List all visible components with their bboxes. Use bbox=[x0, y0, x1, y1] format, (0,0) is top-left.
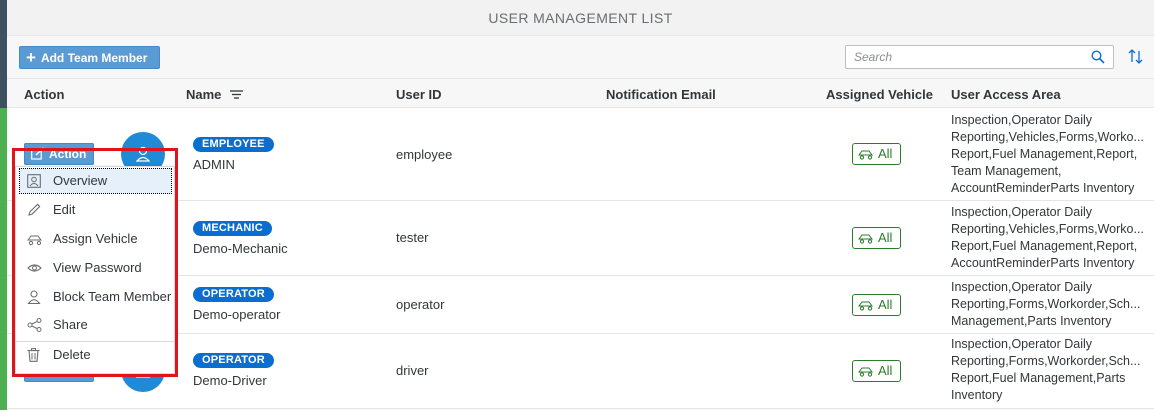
column-name-label: Name bbox=[186, 87, 222, 102]
user-id: tester bbox=[396, 230, 429, 245]
column-action: Action bbox=[24, 87, 65, 102]
table-body: Action EMPLOYEE ADMIN employee All Inspe… bbox=[7, 108, 1154, 409]
user-id: operator bbox=[396, 297, 445, 312]
user-access-area: Inspection,Operator Daily Reporting,Vehi… bbox=[951, 205, 1144, 270]
plus-icon: + bbox=[26, 48, 36, 67]
vehicle-icon bbox=[858, 367, 873, 377]
vehicle-label: All bbox=[878, 297, 893, 312]
vehicle-label: All bbox=[878, 363, 893, 378]
left-edge-strip bbox=[0, 0, 7, 410]
user-name: Demo-Mechanic bbox=[193, 241, 288, 256]
user-access-area: Inspection,Operator Daily Reporting,Form… bbox=[951, 337, 1141, 402]
table-row: Action EMPLOYEE ADMIN employee All Inspe… bbox=[7, 108, 1154, 201]
vehicle-icon bbox=[858, 301, 873, 311]
add-team-member-button[interactable]: + Add Team Member bbox=[19, 46, 160, 69]
role-badge: MECHANIC bbox=[193, 221, 272, 236]
user-id: driver bbox=[396, 363, 429, 378]
toolbar: + Add Team Member bbox=[7, 36, 1154, 78]
highlight-outline bbox=[12, 148, 178, 377]
page-title: USER MANAGEMENT LIST bbox=[7, 0, 1154, 36]
table-row: Action OPERATOR Demo-Driver driver All I… bbox=[7, 334, 1154, 409]
row-indicator bbox=[0, 108, 7, 205]
user-management-panel: USER MANAGEMENT LIST + Add Team Member Ac… bbox=[7, 0, 1154, 410]
column-user-id: User ID bbox=[396, 87, 442, 102]
user-access-area: Inspection,Operator Daily Reporting,Vehi… bbox=[951, 113, 1144, 195]
user-access-area: Inspection,Operator Daily Reporting,Form… bbox=[951, 280, 1141, 328]
add-team-member-label: Add Team Member bbox=[40, 51, 148, 65]
assigned-vehicle-tag[interactable]: All bbox=[852, 360, 901, 382]
row-indicator bbox=[0, 335, 7, 410]
filter-icon[interactable] bbox=[230, 89, 244, 100]
column-name[interactable]: Name bbox=[186, 87, 244, 102]
user-name: ADMIN bbox=[193, 157, 235, 172]
role-badge: OPERATOR bbox=[193, 353, 274, 368]
table-row: OPERATOR Demo-operator operator All Insp… bbox=[7, 276, 1154, 334]
search-icon[interactable] bbox=[1091, 50, 1105, 64]
column-assigned-vehicle: Assigned Vehicle bbox=[826, 87, 933, 102]
row-indicator bbox=[0, 275, 7, 335]
assigned-vehicle-tag[interactable]: All bbox=[852, 294, 901, 316]
column-user-access-area: User Access Area bbox=[951, 87, 1061, 102]
column-notification-email: Notification Email bbox=[606, 87, 716, 102]
assigned-vehicle-tag[interactable]: All bbox=[852, 227, 901, 249]
table-header: Action Name User ID Notification Email A… bbox=[7, 78, 1154, 108]
user-name: Demo-operator bbox=[193, 307, 281, 322]
role-badge: EMPLOYEE bbox=[193, 137, 274, 152]
search-input[interactable] bbox=[846, 46, 1076, 68]
table-row: MECHANIC Demo-Mechanic tester All Inspec… bbox=[7, 201, 1154, 276]
user-name: Demo-Driver bbox=[193, 373, 267, 388]
user-id: employee bbox=[396, 147, 453, 162]
vehicle-icon bbox=[858, 150, 873, 160]
vehicle-icon bbox=[858, 234, 873, 244]
row-indicator bbox=[0, 205, 7, 275]
sort-icon[interactable] bbox=[1128, 48, 1144, 65]
search-field[interactable] bbox=[845, 45, 1114, 69]
role-badge: OPERATOR bbox=[193, 287, 274, 302]
vehicle-label: All bbox=[878, 146, 893, 161]
vehicle-label: All bbox=[878, 230, 893, 245]
assigned-vehicle-tag[interactable]: All bbox=[852, 143, 901, 165]
